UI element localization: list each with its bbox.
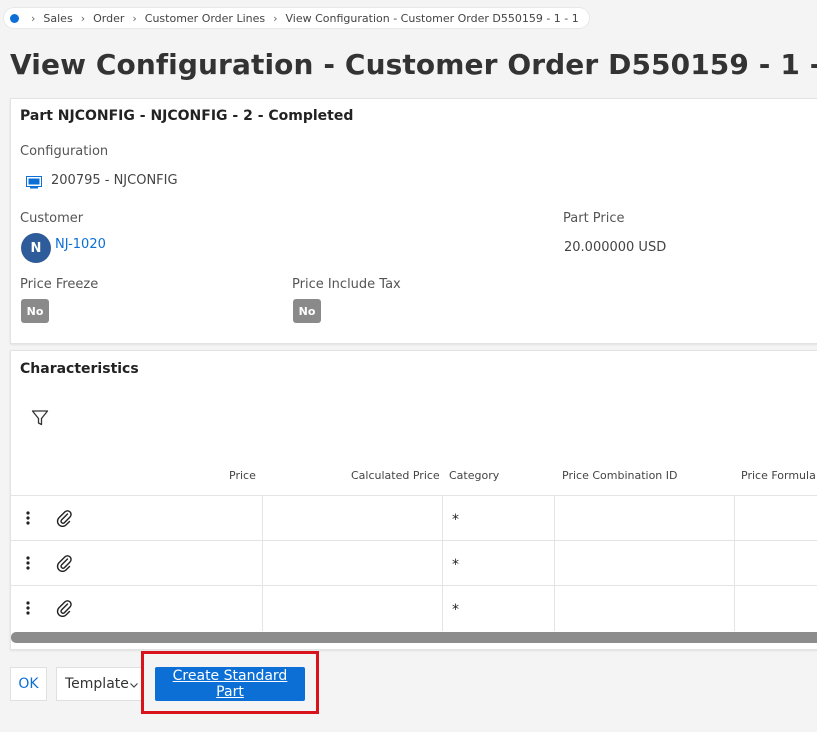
cell-divider — [734, 586, 735, 631]
ok-button[interactable]: OK — [10, 667, 47, 701]
more-options-icon[interactable] — [23, 554, 33, 572]
column-header-price-combination-id[interactable]: Price Combination ID — [562, 469, 678, 482]
part-price-value: 20.000000 USD — [564, 240, 667, 255]
price-include-tax-badge: No — [293, 299, 321, 323]
cell-divider — [442, 496, 443, 541]
category-cell: * — [452, 512, 459, 528]
breadcrumb-item-order[interactable]: Order — [93, 12, 124, 25]
customer-label: Customer — [20, 211, 84, 226]
cell-divider — [442, 541, 443, 586]
part-price-label: Part Price — [563, 211, 625, 226]
customer-link[interactable]: NJ-1020 — [55, 237, 106, 252]
breadcrumb-item-sales[interactable]: Sales — [43, 12, 72, 25]
horizontal-scrollbar[interactable] — [11, 632, 817, 643]
configuration-label: Configuration — [20, 144, 109, 159]
part-card: Part NJCONFIG - NJCONFIG - 2 - Completed… — [10, 98, 817, 344]
monitor-icon — [26, 174, 42, 193]
cell-divider — [554, 541, 555, 586]
cell-divider — [734, 541, 735, 586]
price-include-tax-label: Price Include Tax — [292, 277, 401, 292]
characteristics-card: Characteristics Price Calculated Price C… — [10, 350, 817, 650]
paperclip-icon[interactable] — [55, 554, 73, 576]
paperclip-icon[interactable] — [55, 509, 73, 531]
cell-divider — [554, 496, 555, 541]
avatar: N — [21, 233, 51, 263]
characteristics-header: Characteristics — [20, 361, 139, 377]
chevron-right-icon: › — [273, 11, 278, 25]
cell-divider — [262, 496, 263, 541]
breadcrumb-item-customer-order-lines[interactable]: Customer Order Lines — [145, 12, 265, 25]
cell-divider — [262, 541, 263, 586]
column-header-category[interactable]: Category — [449, 469, 499, 482]
category-cell: * — [452, 602, 459, 618]
configuration-value: 200795 - NJCONFIG — [51, 173, 178, 188]
chevron-right-icon: › — [80, 11, 86, 25]
filter-icon[interactable] — [31, 409, 49, 431]
chevron-down-icon — [129, 678, 139, 694]
chevron-right-icon: › — [132, 11, 137, 25]
part-header: Part NJCONFIG - NJCONFIG - 2 - Completed — [20, 108, 354, 124]
table-row[interactable]: * — [11, 585, 817, 631]
table-row[interactable]: * — [11, 495, 817, 541]
create-standard-part-button[interactable]: Create Standard Part — [155, 667, 305, 701]
template-label: Template — [65, 676, 129, 692]
column-header-price[interactable]: Price — [229, 469, 256, 482]
cell-divider — [734, 496, 735, 541]
paperclip-icon[interactable] — [55, 599, 73, 621]
breadcrumb: › Sales › Order › Customer Order Lines ›… — [4, 8, 589, 28]
column-header-calculated-price[interactable]: Calculated Price — [351, 469, 440, 482]
column-header-price-formula[interactable]: Price Formula — [741, 469, 816, 482]
page-title: View Configuration - Customer Order D550… — [10, 48, 817, 81]
category-cell: * — [452, 557, 459, 573]
breadcrumb-item-current: View Configuration - Customer Order D550… — [285, 11, 579, 25]
cell-divider — [554, 586, 555, 631]
more-options-icon[interactable] — [23, 599, 33, 617]
table-row[interactable]: * — [11, 540, 817, 586]
more-options-icon[interactable] — [23, 509, 33, 527]
chevron-right-icon: › — [31, 11, 36, 25]
home-icon[interactable] — [10, 13, 19, 23]
price-freeze-badge: No — [21, 299, 49, 323]
cell-divider — [262, 586, 263, 631]
template-dropdown[interactable]: Template — [56, 667, 144, 701]
price-freeze-label: Price Freeze — [20, 277, 99, 292]
cell-divider — [442, 586, 443, 631]
